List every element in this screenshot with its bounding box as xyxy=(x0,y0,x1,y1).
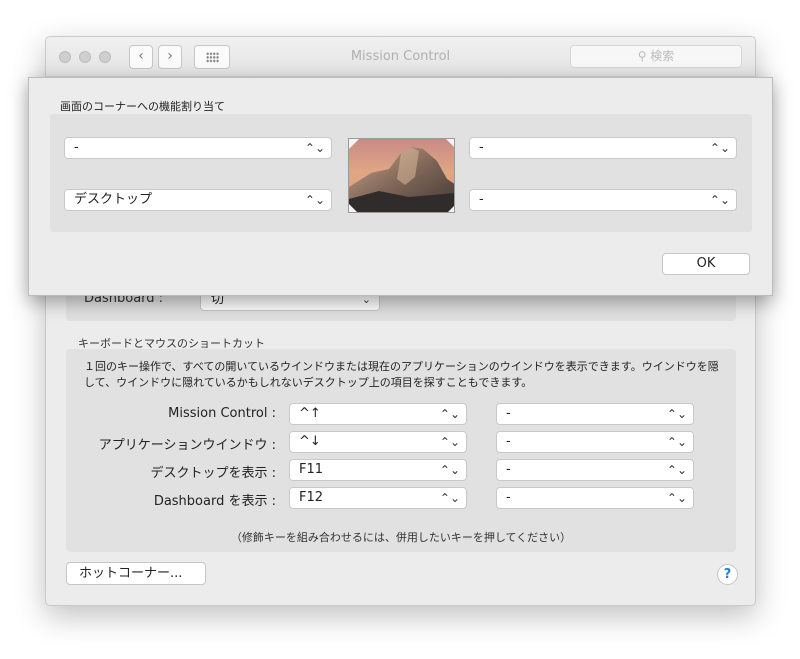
top-left-corner-select[interactable]: - ⌃⌄ xyxy=(64,137,332,159)
select-value: - xyxy=(506,490,511,505)
select-value: - xyxy=(506,462,511,477)
shortcuts-description: １回のキー操作で、すべての開いているウインドウまたは現在のアプリケーションのウイ… xyxy=(84,360,719,389)
desktop-preview-image xyxy=(348,138,455,213)
top-right-corner-select[interactable]: - ⌃⌄ xyxy=(469,137,737,159)
search-placeholder: 検索 xyxy=(650,49,675,63)
updown-arrows-icon: ⌃⌄ xyxy=(439,491,460,505)
updown-arrows-icon: ⌃⌄ xyxy=(709,141,730,155)
show-dashboard-mouse-select[interactable]: - ⌃⌄ xyxy=(496,487,694,509)
row-label-show-desktop: デスクトップを表示 : xyxy=(150,466,276,481)
updown-arrows-icon: ⌃⌄ xyxy=(666,407,687,421)
bottom-left-corner-select[interactable]: デスクトップ ⌃⌄ xyxy=(64,189,332,211)
updown-arrows-icon: ⌃⌄ xyxy=(666,435,687,449)
help-button[interactable]: ? xyxy=(717,564,738,585)
select-value: デスクトップ xyxy=(74,192,153,207)
bottom-right-corner-select[interactable]: - ⌃⌄ xyxy=(469,189,737,211)
updown-arrows-icon: ⌃⌄ xyxy=(439,407,460,421)
select-value: ^↑ xyxy=(299,406,321,421)
ok-button[interactable]: OK xyxy=(662,253,750,275)
show-dashboard-key-select[interactable]: F12 ⌃⌄ xyxy=(289,487,467,509)
select-value: F12 xyxy=(299,490,324,505)
updown-arrows-icon: ⌃⌄ xyxy=(666,463,687,477)
updown-arrows-icon: ⌃⌄ xyxy=(304,193,325,207)
title-bar: ‹ › Mission Control ⚲ 検索 xyxy=(46,37,755,77)
row-label-mission-control: Mission Control : xyxy=(168,406,276,421)
updown-arrows-icon: ⌃⌄ xyxy=(439,463,460,477)
select-value: F11 xyxy=(299,462,324,477)
row-label-show-dashboard: Dashboard を表示 : xyxy=(153,494,276,509)
select-value: - xyxy=(479,192,484,207)
sheet-title: 画面のコーナーへの機能割り当て xyxy=(60,100,225,113)
mission-control-key-select[interactable]: ^↑ ⌃⌄ xyxy=(289,403,467,425)
row-label-app-windows: アプリケーションウインドウ : xyxy=(98,438,276,453)
search-field[interactable]: ⚲ 検索 xyxy=(570,45,742,68)
select-value: - xyxy=(506,406,511,421)
search-icon: ⚲ xyxy=(637,49,651,63)
app-windows-mouse-select[interactable]: - ⌃⌄ xyxy=(496,431,694,453)
show-desktop-key-select[interactable]: F11 ⌃⌄ xyxy=(289,459,467,481)
select-value: - xyxy=(74,140,79,155)
mountain-wallpaper-image xyxy=(349,139,454,212)
app-windows-key-select[interactable]: ^↓ ⌃⌄ xyxy=(289,431,467,453)
hot-corners-button[interactable]: ホットコーナー... xyxy=(66,562,206,585)
updown-arrows-icon: ⌃⌄ xyxy=(709,193,730,207)
show-desktop-mouse-select[interactable]: - ⌃⌄ xyxy=(496,459,694,481)
hot-corners-sheet: 画面のコーナーへの機能割り当て - ⌃⌄ - ⌃⌄ デスクトップ ⌃⌄ - ⌃⌄ xyxy=(28,77,773,296)
updown-arrows-icon: ⌃⌄ xyxy=(304,141,325,155)
select-value: - xyxy=(506,434,511,449)
shortcuts-group: １回のキー操作で、すべての開いているウインドウまたは現在のアプリケーションのウイ… xyxy=(66,349,736,552)
mission-control-mouse-select[interactable]: - ⌃⌄ xyxy=(496,403,694,425)
select-value: - xyxy=(479,140,484,155)
modifier-keys-note: （修飾キーを組み合わせるには、併用したいキーを押してください） xyxy=(230,531,572,544)
updown-arrows-icon: ⌃⌄ xyxy=(666,491,687,505)
select-value: ^↓ xyxy=(299,434,321,449)
updown-arrows-icon: ⌃⌄ xyxy=(439,435,460,449)
